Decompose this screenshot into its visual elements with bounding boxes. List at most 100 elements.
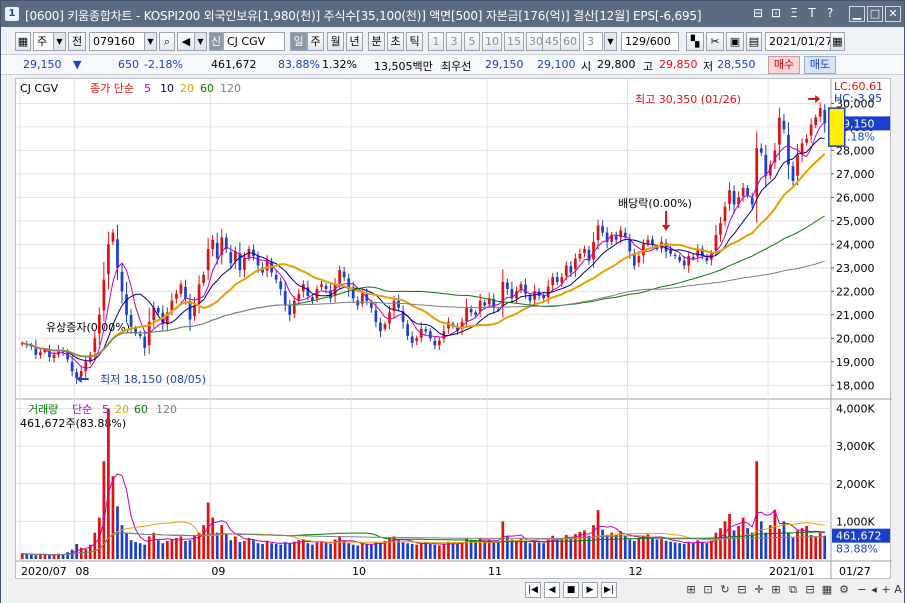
interval-3[interactable]: 3 — [446, 32, 462, 51]
tools-icon[interactable]: ✂ — [706, 32, 724, 51]
interval-1[interactable]: 1 — [428, 32, 444, 51]
prev-button[interactable]: 전 — [68, 32, 86, 51]
search-icon[interactable]: ⌕ — [159, 32, 175, 51]
scroll-next-button[interactable]: ▶ — [582, 582, 598, 598]
calendar-icon[interactable]: ▦ — [830, 32, 845, 51]
refresh-icon[interactable]: ↻ — [718, 582, 732, 598]
stock-code-input[interactable]: 079160 — [89, 32, 145, 51]
app-icon[interactable]: 1 — [5, 7, 19, 21]
period-minute[interactable]: 분 — [368, 32, 385, 51]
period-day[interactable]: 일 — [290, 32, 307, 51]
settings-icon[interactable]: ⚙ — [837, 582, 851, 598]
volume-bar — [233, 536, 237, 559]
pin-icon[interactable]: ⊡ — [769, 6, 783, 21]
candle-body — [129, 315, 133, 327]
volume-bar — [315, 541, 319, 559]
candle-body — [342, 271, 346, 278]
interval-45[interactable]: 45 — [542, 32, 562, 51]
interval-60[interactable]: 60 — [560, 32, 580, 51]
scroll-first-button[interactable]: |◀ — [525, 582, 541, 598]
candle-body — [800, 143, 804, 155]
candle-body — [578, 253, 582, 259]
grid-icon[interactable]: ▦ — [15, 32, 31, 51]
volume-bar — [329, 543, 332, 559]
count-field[interactable]: 129/600 — [621, 32, 679, 51]
volume-bar — [601, 529, 604, 559]
volume-bar — [605, 534, 609, 559]
price-tick-label: 19,000 — [836, 356, 875, 369]
credit-badge: 신 — [209, 32, 223, 51]
price-tick-label: 18,000 — [836, 379, 875, 392]
volume-bar — [637, 537, 641, 559]
window-icon[interactable]: ⊟ — [751, 6, 765, 21]
compare-icon[interactable]: ⧉ — [786, 582, 800, 598]
chart-settings-icon[interactable]: ▚ — [686, 32, 704, 51]
scroll-prev-button[interactable]: ◀ — [544, 582, 560, 598]
volume-bar — [632, 540, 636, 559]
volume-bar — [660, 537, 663, 559]
font-t-icon[interactable]: T — [805, 6, 819, 21]
volume-bar — [682, 543, 686, 559]
close-button[interactable]: ✕ — [885, 6, 901, 22]
buy-button[interactable]: 매수 — [768, 56, 800, 74]
chart-area[interactable]: 18,000 19,000 20,000 21,000 22,000 23,000 24,0… — [15, 78, 892, 580]
candle-body — [637, 256, 641, 263]
candle-body — [138, 333, 142, 336]
stock-code-dropdown-icon[interactable]: ▼ — [144, 32, 157, 51]
candlestick-chart[interactable]: 18,000 19,000 20,000 21,000 22,000 23,000 24,0… — [16, 79, 892, 580]
volume-bar — [84, 549, 88, 559]
volume-bar — [374, 542, 378, 559]
volume-bar — [628, 539, 632, 559]
save-icon[interactable]: ▣ — [726, 32, 744, 51]
minimize-button[interactable]: ▁ — [849, 6, 865, 22]
date-input[interactable]: 2021/01/27 — [765, 32, 831, 51]
interval-15[interactable]: 15 — [504, 32, 524, 51]
speaker-dropdown-icon[interactable]: ▼ — [194, 32, 207, 51]
x-tick-label: 2021/01 — [769, 565, 815, 578]
text-icon[interactable]: Ξ — [787, 6, 801, 21]
best-bid: 29,100 — [537, 58, 576, 71]
interval-input[interactable]: 3 — [583, 32, 603, 51]
volume-bar — [279, 544, 283, 559]
price-legend-name: CJ CGV — [20, 82, 59, 95]
interval-dropdown-icon[interactable]: ▼ — [604, 32, 617, 51]
volume-bar — [379, 543, 382, 559]
cross-icon[interactable]: ✛ — [752, 582, 766, 598]
candle-body — [215, 242, 219, 259]
maximize-button[interactable]: □ — [867, 6, 883, 22]
chevron-down-icon[interactable]: ▼ — [53, 32, 66, 51]
period-year[interactable]: 년 — [346, 32, 363, 51]
candle-body — [732, 191, 736, 205]
interval-5[interactable]: 5 — [464, 32, 480, 51]
open-label: 시 — [581, 60, 592, 73]
sell-button[interactable]: 매도 — [804, 56, 836, 74]
volume-value: 461,672 — [211, 58, 257, 71]
print-icon[interactable]: ▤ — [746, 32, 762, 51]
period-tick[interactable]: 틱 — [406, 32, 423, 51]
volume-bar — [687, 541, 691, 559]
speaker-icon[interactable]: ◀ — [177, 32, 195, 51]
candle-body — [714, 234, 718, 250]
volume-bar — [678, 543, 682, 559]
candle-body — [673, 255, 677, 257]
period-week[interactable]: 주 — [307, 32, 324, 51]
candle-body — [796, 155, 799, 176]
period-month[interactable]: 월 — [327, 32, 344, 51]
candle-body — [75, 372, 79, 379]
help-icon[interactable]: ? — [823, 6, 837, 21]
zoom-icon[interactable]: ⊡ — [701, 582, 715, 598]
fit-icon[interactable]: ⊟ — [735, 582, 749, 598]
zoom-in-icon[interactable]: ⊞ — [684, 582, 698, 598]
period-second[interactable]: 초 — [387, 32, 404, 51]
grid-toggle-icon[interactable]: ▦ — [820, 582, 834, 598]
volume-bar — [642, 535, 645, 559]
title-bar[interactable]: 1 [0600] 키움종합차트 - KOSPI200 외국인보유[1,980(천… — [1, 1, 904, 27]
volume-bar — [292, 541, 296, 559]
text-size-icon[interactable]: A — [891, 582, 905, 598]
save-chart-icon[interactable]: ⊟ — [803, 582, 817, 598]
interval-10[interactable]: 10 — [482, 32, 502, 51]
scroll-last-button[interactable]: ▶| — [601, 582, 617, 598]
stop-button[interactable]: ■ — [563, 582, 579, 598]
volume-bar — [433, 544, 437, 559]
split-icon[interactable]: ⊞ — [769, 582, 783, 598]
